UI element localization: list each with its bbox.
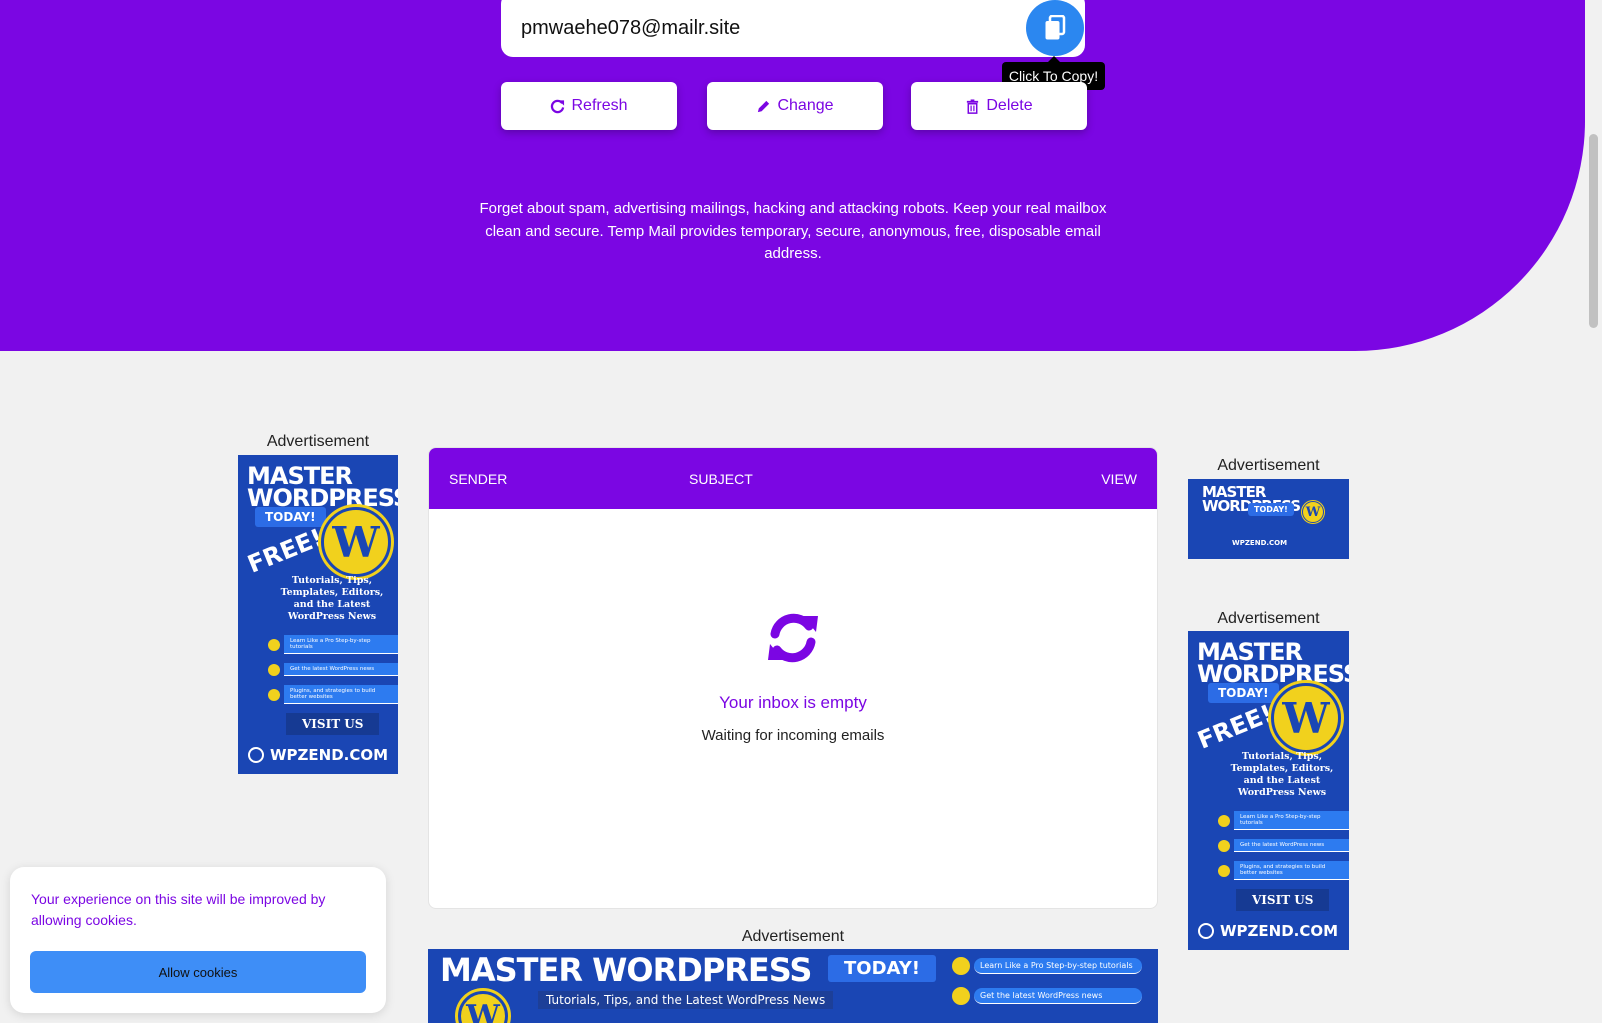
ad-tips: Tutorials, Tips, Templates, Editors, and… <box>280 575 384 622</box>
empty-inbox-title: Your inbox is empty <box>719 693 867 712</box>
refresh-button[interactable]: Refresh <box>501 82 677 130</box>
refresh-icon <box>551 99 565 113</box>
globe-icon <box>1198 923 1214 939</box>
ad-bullet: Get the latest WordPress news <box>268 663 398 676</box>
empty-inbox-subtitle: Waiting for incoming emails <box>701 727 885 744</box>
ad-headline: MASTER WORDPRESS <box>440 951 812 989</box>
ad-bullet: Learn Like a Pro Step-by-step tutorials <box>268 635 398 654</box>
ad-label-right-bottom: Advertisement <box>1217 610 1320 627</box>
pencil-icon <box>758 100 770 112</box>
ad-banner-tips: Tutorials, Tips, and the Latest WordPres… <box>538 991 834 1009</box>
refresh-label: Refresh <box>571 97 628 114</box>
email-address-field[interactable]: pmwaehe078@mailr.site <box>501 0 1085 57</box>
column-subject: SUBJECT <box>689 471 753 487</box>
copy-icon <box>1045 15 1066 40</box>
copy-button[interactable] <box>1026 0 1084 56</box>
ad-right-bottom[interactable]: MASTER WORDPRESS TODAY! FREE! W Tutorial… <box>1188 631 1349 950</box>
wordpress-logo-icon: W <box>1302 501 1324 523</box>
ad-bullet: Learn Like a Pro Step-by-step tutorials <box>952 957 1142 975</box>
ad-site-text: WPZEND.COM <box>1220 922 1339 940</box>
trash-icon <box>967 98 979 114</box>
inbox-empty-state: Your inbox is empty Waiting for incoming… <box>429 608 1157 744</box>
wordpress-logo-icon: W <box>1271 683 1341 753</box>
ad-label-bottom: Advertisement <box>741 928 845 945</box>
column-view: VIEW <box>1101 471 1137 487</box>
ad-bottom-banner[interactable]: MASTER WORDPRESS TODAY! Tutorials, Tips,… <box>428 949 1158 1023</box>
ad-site: WPZEND.COM <box>248 746 388 764</box>
ad-bullet: Plugins, and strategies to build better … <box>1218 861 1349 880</box>
wordpress-logo-icon: W <box>458 991 508 1023</box>
hero-section: pmwaehe078@mailr.site Click To Copy! Ref… <box>0 0 1585 351</box>
ad-visit-button[interactable]: VISIT US <box>1236 889 1330 911</box>
ad-free: FREE! <box>1193 699 1277 755</box>
ad-free: FREE! <box>243 523 327 579</box>
ad-bullet: Get the latest WordPress news <box>952 987 1142 1005</box>
ad-bullets: Learn Like a Pro Step-by-step tutorials … <box>952 957 1142 1014</box>
ad-bullets: Learn Like a Pro Step-by-step tutorials … <box>268 635 398 713</box>
ad-headline: MASTER WORDPRESS <box>247 462 398 512</box>
ad-left[interactable]: MASTER WORDPRESS TODAY! FREE! W Tutorial… <box>238 455 398 774</box>
ad-today: TODAY! <box>828 955 936 982</box>
hero-description: Forget about spam, advertising mailings,… <box>479 200 1107 262</box>
allow-cookies-button[interactable]: Allow cookies <box>30 951 366 993</box>
email-address-text: pmwaehe078@mailr.site <box>521 17 741 39</box>
page-scrollbar[interactable] <box>1585 0 1602 1023</box>
delete-label: Delete <box>986 97 1033 114</box>
inbox-panel: SENDER SUBJECT VIEW Your inbox is empty … <box>428 447 1158 909</box>
scrollbar-thumb[interactable] <box>1589 134 1598 328</box>
ad-bullet: Learn Like a Pro Step-by-step tutorials <box>1218 811 1349 830</box>
cookie-message: Your experience on this site will be imp… <box>31 891 326 928</box>
ad-label-left: Advertisement <box>266 433 370 450</box>
ad-site-text: WPZEND.COM <box>1232 539 1288 547</box>
wordpress-logo-icon: W <box>321 507 391 577</box>
ad-site: WPZEND.COM <box>1198 922 1338 940</box>
ad-tips: Tutorials, Tips, Templates, Editors, and… <box>1230 751 1334 798</box>
globe-icon <box>248 747 264 763</box>
ad-bullets: Learn Like a Pro Step-by-step tutorials … <box>1218 811 1349 889</box>
ad-today: TODAY! <box>1248 503 1294 516</box>
sync-icon <box>768 613 818 663</box>
ad-bullet: Get the latest WordPress news <box>1218 839 1349 852</box>
inbox-header: SENDER SUBJECT VIEW <box>429 448 1157 509</box>
column-sender: SENDER <box>449 471 508 487</box>
change-label: Change <box>777 97 834 114</box>
cookie-consent-banner: Your experience on this site will be imp… <box>10 867 386 1013</box>
ad-site-text: WPZEND.COM <box>270 746 389 764</box>
delete-button[interactable]: Delete <box>911 82 1087 130</box>
ad-visit-button[interactable]: VISIT US <box>286 713 380 735</box>
ad-bullet: Plugins, and strategies to build better … <box>268 685 398 704</box>
ad-headline: MASTER WORDPRESS <box>1197 638 1349 688</box>
ad-label-right-top: Advertisement <box>1217 457 1320 474</box>
change-button[interactable]: Change <box>707 82 883 130</box>
ad-today: TODAY! <box>1208 683 1279 703</box>
ad-right-top[interactable]: MASTER WORDPRESS TODAY! W WPZEND.COM <box>1188 479 1349 559</box>
